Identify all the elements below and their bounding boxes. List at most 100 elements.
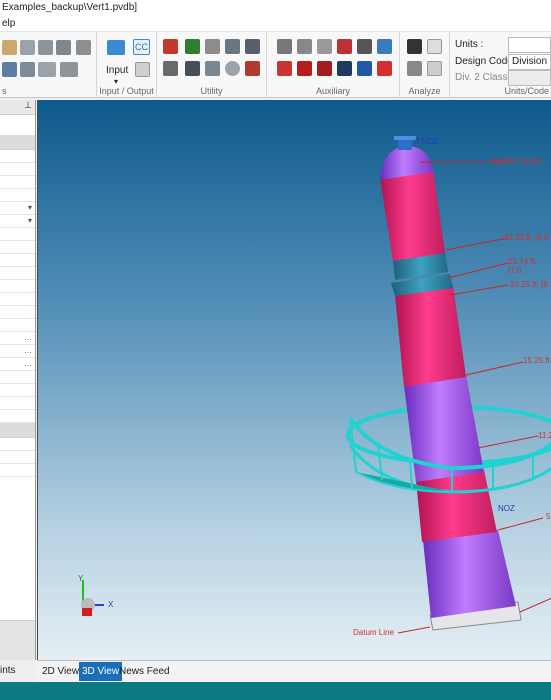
pin-icon[interactable]: ⊥ bbox=[0, 100, 35, 115]
boxed-frame-icon[interactable] bbox=[297, 39, 312, 54]
property-ellipsis-button[interactable]: … bbox=[0, 358, 35, 371]
property-dropdown[interactable]: ▾ bbox=[0, 202, 35, 215]
bin-icon[interactable] bbox=[163, 61, 178, 76]
tab-2d-view[interactable]: 2D View bbox=[39, 662, 82, 681]
panel-icon[interactable] bbox=[185, 61, 200, 76]
datum-line-label: Datum Line bbox=[353, 628, 394, 637]
ribbon-group-label: Analyze bbox=[408, 86, 441, 96]
units-field[interactable] bbox=[508, 37, 551, 53]
pdf-icon[interactable] bbox=[377, 61, 392, 76]
status-bar bbox=[0, 682, 551, 700]
property-row[interactable] bbox=[0, 410, 35, 423]
axis-triad bbox=[81, 580, 104, 616]
run-analysis-icon[interactable] bbox=[407, 39, 422, 54]
rotate-icon[interactable] bbox=[205, 39, 220, 54]
property-ellipsis-button[interactable]: … bbox=[0, 345, 35, 358]
property-row[interactable] bbox=[0, 438, 35, 451]
div2-class-label: Div. 2 Class: bbox=[455, 72, 511, 83]
cone-icon[interactable] bbox=[20, 62, 35, 77]
access-icon[interactable] bbox=[317, 61, 332, 76]
zoom-page-icon[interactable] bbox=[427, 61, 442, 76]
property-row[interactable] bbox=[0, 241, 35, 254]
layers-icon[interactable] bbox=[20, 40, 35, 55]
elevation-label: 11.2 bbox=[538, 431, 551, 440]
x-axis-label: X bbox=[108, 600, 114, 609]
ribbon-group-auxiliary: Auxiliary bbox=[267, 32, 400, 98]
vessel-model bbox=[81, 136, 551, 634]
property-row[interactable] bbox=[0, 384, 35, 397]
property-row[interactable] bbox=[0, 150, 35, 163]
chart-icon[interactable] bbox=[245, 61, 260, 76]
menu-bar: elp bbox=[0, 15, 551, 32]
y-axis-label: Y bbox=[78, 574, 84, 583]
panel-section-header bbox=[0, 423, 35, 438]
cylinder-icon[interactable] bbox=[205, 61, 220, 76]
frame-icon[interactable] bbox=[277, 39, 292, 54]
property-row[interactable] bbox=[0, 371, 35, 384]
ribbon-group-label-general: s bbox=[2, 86, 7, 96]
nozzle-icon[interactable] bbox=[163, 39, 178, 54]
property-row[interactable] bbox=[0, 267, 35, 280]
ribbon-group-general: s bbox=[0, 32, 97, 98]
property-row[interactable] bbox=[0, 319, 35, 332]
lifting-icon[interactable] bbox=[337, 39, 352, 54]
property-row[interactable] bbox=[0, 280, 35, 293]
ladder-icon[interactable] bbox=[357, 39, 372, 54]
output-icon[interactable] bbox=[135, 62, 150, 77]
units-label: Units : bbox=[455, 39, 484, 50]
shell-icon[interactable] bbox=[2, 62, 17, 77]
elevation-label: 26.23 ft. [8.00 bbox=[492, 157, 541, 166]
report-icon[interactable] bbox=[277, 61, 292, 76]
property-row[interactable] bbox=[0, 163, 35, 176]
ribbon-group-label: Input / Output bbox=[99, 86, 154, 96]
chevron-down-icon[interactable]: ▾ bbox=[114, 77, 118, 86]
property-row[interactable] bbox=[0, 306, 35, 319]
component-icon[interactable] bbox=[2, 40, 17, 55]
funnel-icon[interactable] bbox=[185, 39, 200, 54]
property-row[interactable] bbox=[0, 189, 35, 202]
property-row[interactable] bbox=[0, 293, 35, 306]
cc-button[interactable]: CC bbox=[133, 39, 150, 55]
ribbon-group-analyze: Analyze bbox=[400, 32, 450, 98]
refresh-icon[interactable] bbox=[107, 40, 125, 55]
pipe-icon[interactable] bbox=[56, 40, 71, 55]
property-row[interactable] bbox=[0, 228, 35, 241]
window-title: Examples_backup\Vert1.pvdb] bbox=[0, 0, 551, 15]
elevation-label: 5 bbox=[546, 512, 551, 521]
circle-icon[interactable] bbox=[225, 61, 240, 76]
elevation-label: 20.25 ft. [6. bbox=[510, 280, 551, 289]
stack-icon[interactable] bbox=[38, 40, 53, 55]
body-flange-icon[interactable] bbox=[38, 62, 56, 77]
property-row[interactable] bbox=[0, 464, 35, 477]
design-code-field[interactable]: Division 1 bbox=[508, 54, 551, 81]
vessel-shell-upper bbox=[395, 285, 466, 387]
input-button[interactable]: Input bbox=[106, 65, 128, 76]
list-icon[interactable] bbox=[337, 61, 352, 76]
property-dropdown[interactable]: ▾ bbox=[0, 215, 35, 228]
report-page-icon[interactable] bbox=[427, 39, 442, 54]
ribbon-group-label: Utility bbox=[200, 86, 223, 96]
skirt-icon[interactable] bbox=[60, 62, 78, 77]
platform-icon[interactable] bbox=[317, 39, 332, 54]
link-icon[interactable] bbox=[245, 39, 260, 54]
ribbon-group-input-output: CC Input ▾ Input / Output bbox=[97, 32, 157, 98]
property-ellipsis-button[interactable]: … bbox=[0, 332, 35, 345]
view-tabs: 2D View 3D View News Feed bbox=[37, 660, 551, 682]
magnify-icon[interactable] bbox=[225, 39, 240, 54]
property-row[interactable] bbox=[0, 176, 35, 189]
ribbon-group-units-code: Units : Design Code : Division 1 Div. 2 … bbox=[450, 32, 551, 98]
book-icon[interactable] bbox=[297, 61, 312, 76]
menu-item-help[interactable]: elp bbox=[2, 18, 15, 29]
ribbon-toolbar: s CC Input ▾ Input / Output Utility Auxi… bbox=[0, 32, 551, 98]
document-icon[interactable] bbox=[357, 61, 372, 76]
tab-news-feed[interactable]: News Feed bbox=[116, 662, 173, 681]
settings-icon[interactable] bbox=[377, 39, 392, 54]
image-icon[interactable] bbox=[407, 61, 422, 76]
property-row[interactable] bbox=[0, 397, 35, 410]
3d-viewport[interactable]: 3 NOZ 26.23 ft. [8.00 22.23 ft. [6.8 21.… bbox=[37, 100, 551, 660]
property-row[interactable] bbox=[0, 254, 35, 267]
div2-class-field[interactable] bbox=[508, 70, 551, 86]
property-row[interactable] bbox=[0, 451, 35, 464]
elevation-label: 22.23 ft. [6.8 bbox=[504, 233, 549, 242]
flange-icon[interactable] bbox=[76, 40, 91, 55]
